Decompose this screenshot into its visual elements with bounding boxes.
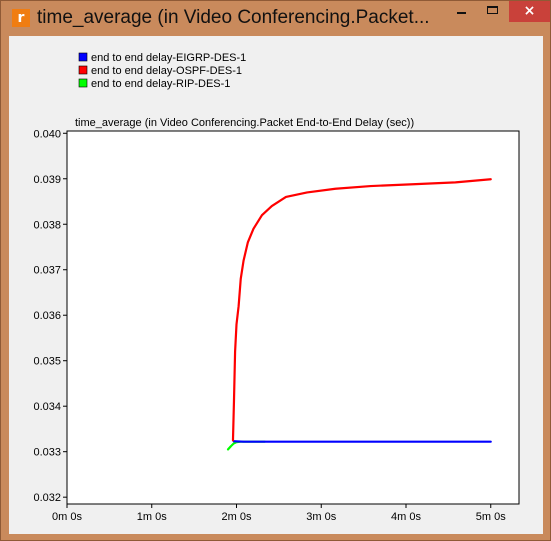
minimize-button[interactable] xyxy=(443,1,479,22)
legend: end to end delay-EIGRP-DES-1end to end d… xyxy=(78,52,246,90)
title-bar[interactable]: r time_average (in Video Conferencing.Pa… xyxy=(1,1,550,35)
plot-area xyxy=(66,130,520,505)
y-tick-label: 0.038 xyxy=(33,219,61,231)
legend-swatch xyxy=(78,78,88,88)
line-chart: end to end delay-EIGRP-DES-1end to end d… xyxy=(33,52,520,523)
y-tick-label: 0.036 xyxy=(33,310,61,322)
y-tick-label: 0.035 xyxy=(33,356,61,368)
legend-swatch xyxy=(78,52,88,62)
x-tick-label: 1m 0s xyxy=(137,511,167,523)
y-tick-label: 0.040 xyxy=(33,128,61,140)
y-tick-label: 0.033 xyxy=(33,447,61,459)
legend-label: end to end delay-OSPF-DES-1 xyxy=(91,65,242,77)
y-tick-label: 0.032 xyxy=(33,492,61,504)
app-icon[interactable]: r xyxy=(12,9,30,27)
maximize-button[interactable] xyxy=(480,1,507,22)
x-tick-label: 3m 0s xyxy=(306,511,336,523)
app-window: r time_average (in Video Conferencing.Pa… xyxy=(0,0,551,541)
chart-title: time_average (in Video Conferencing.Pack… xyxy=(75,117,414,129)
legend-swatch xyxy=(78,65,88,75)
y-tick-label: 0.034 xyxy=(33,401,61,413)
window-title: time_average (in Video Conferencing.Pack… xyxy=(37,7,430,28)
y-tick-label: 0.037 xyxy=(33,265,61,277)
x-tick-label: 2m 0s xyxy=(222,511,252,523)
x-tick-label: 5m 0s xyxy=(476,511,506,523)
x-tick-label: 0m 0s xyxy=(52,511,82,523)
legend-label: end to end delay-RIP-DES-1 xyxy=(91,78,230,90)
y-axis: 0.032 0.033 0.034 0.035 0.036 0.037 0.038 0.039… xyxy=(33,128,67,504)
legend-label: end to end delay-EIGRP-DES-1 xyxy=(91,52,246,64)
chart-panel: end to end delay-EIGRP-DES-1 end to end d… xyxy=(9,36,543,534)
close-button[interactable]: × xyxy=(509,1,550,22)
x-tick-label: 4m 0s xyxy=(391,511,421,523)
y-tick-label: 0.039 xyxy=(33,174,61,186)
x-axis: 0m 0s 1m 0s 2m 0s 3m 0s 4m 0s 5m 0s xyxy=(52,504,506,523)
